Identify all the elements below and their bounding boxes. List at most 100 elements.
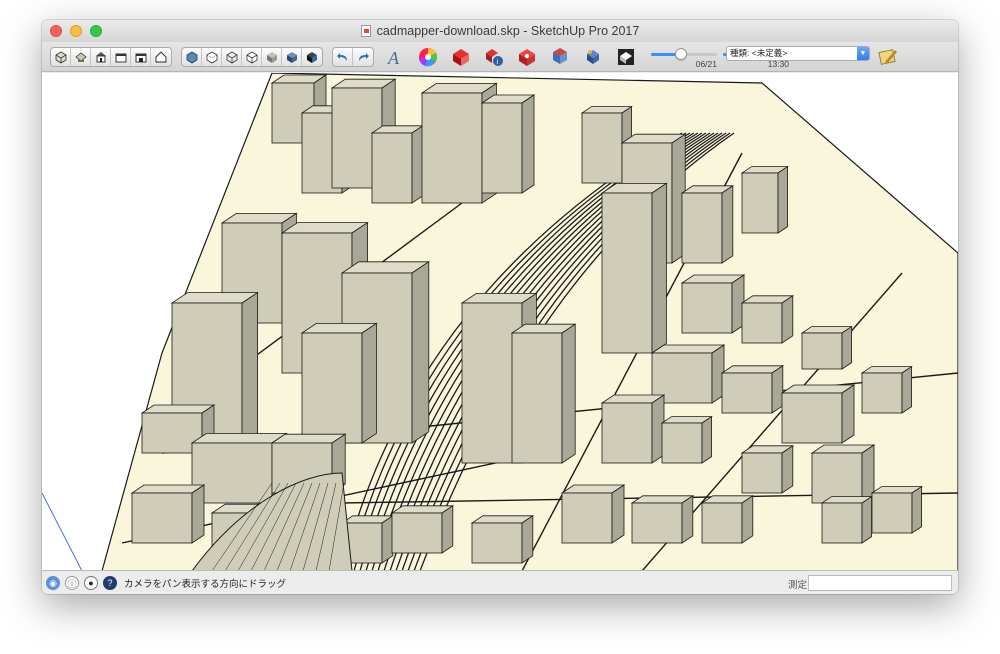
building-side [861,495,872,544]
building-side [561,323,576,464]
shadow-date-knob[interactable] [674,47,687,60]
wireframe-icon[interactable] [222,47,242,66]
building-side [411,261,430,444]
building-face [681,282,733,334]
colors-icon[interactable] [416,45,440,69]
building-face [701,502,743,544]
building-side [841,325,852,370]
building-side [241,291,259,444]
building-face [581,112,623,184]
building-face [371,132,413,204]
building-face [511,332,563,464]
svg-text:A: A [387,48,400,68]
close-window-button[interactable] [50,25,62,37]
building-side [411,125,424,204]
window-title-text: cadmapper-download.skp - SketchUp Pro 20… [376,24,640,38]
user-account-icon[interactable]: ● [84,576,98,590]
minimize-window-button[interactable] [70,25,82,37]
text-icon[interactable]: A [383,45,407,69]
building-face [131,492,193,544]
measurements-input[interactable] [808,575,952,591]
building-face [421,92,483,204]
send-to-layout-icon[interactable] [581,45,605,69]
axis-line [42,492,83,570]
layout-icon[interactable] [548,45,572,69]
building-face [861,372,903,414]
title-bar: cadmapper-download.skp - SketchUp Pro 20… [42,20,958,42]
building-face [741,172,779,234]
building-side [911,485,922,534]
shadow-date-slider[interactable]: 06/21 [651,44,717,70]
building-side [521,515,534,564]
left-view-icon[interactable] [151,48,171,66]
style-type-value: <未定義> [751,48,788,58]
model-info-icon[interactable]: i [482,45,506,69]
city-model-scene[interactable] [42,73,958,571]
building-side [741,495,754,544]
building-face [471,522,523,564]
xray-icon[interactable] [182,47,202,66]
sketchup-window: cadmapper-download.skp - SketchUp Pro 20… [42,20,958,594]
status-bar: ◉ ⓘ ● ? カメラをパン表示する方向にドラッグ 測定 [42,572,958,594]
building-side [521,94,535,194]
building-side [701,415,712,464]
style-type-select[interactable]: 種類: <未定義> ▼ [726,46,870,61]
camera-views-group [50,46,172,67]
maximize-window-button[interactable] [90,25,102,37]
building-roof [190,432,288,444]
building-face [821,502,863,544]
model-viewport[interactable] [42,73,958,571]
window-title: cadmapper-download.skp - SketchUp Pro 20… [360,24,640,38]
shaded-icon[interactable] [262,47,282,66]
measurements-label: 測定 [788,580,808,591]
shaded-textures-icon[interactable] [282,47,302,66]
back-view-icon[interactable] [131,47,151,66]
building-face [601,192,653,354]
monochrome-icon[interactable] [302,48,322,66]
building-side [441,505,454,554]
undo-redo-group [332,46,374,67]
building-face [631,502,683,544]
undo-icon[interactable] [333,47,353,66]
building-face [301,332,363,444]
shadows-icon[interactable] [614,45,638,69]
right-view-icon[interactable] [111,47,131,66]
geolocation-icon[interactable]: ◉ [46,576,60,590]
building-face [741,452,783,494]
credits-icon[interactable]: ⓘ [65,576,79,590]
toolbar: A i 06/21 13:30 種類: <未定義> ▼ [42,42,958,72]
building-side [681,495,694,544]
building-side [721,185,734,264]
chevron-down-icon[interactable]: ▼ [857,47,869,60]
building-face [801,332,843,370]
shadow-date-value: 06/21 [695,58,717,69]
style-type-label: 種類: [730,48,750,58]
building-face [561,492,613,544]
building-side [191,484,205,544]
iso-view-icon[interactable] [51,47,71,66]
building-face [391,512,443,554]
building-face [481,102,523,194]
building-side [781,295,794,344]
building-side [841,384,855,444]
building-side [771,365,784,414]
building-face [681,192,723,264]
extension-warehouse-icon[interactable] [515,45,539,69]
style-builder-icon[interactable] [876,45,900,69]
building-side [781,445,794,494]
redo-icon[interactable] [353,48,373,66]
building-face [601,402,653,464]
building-side [901,365,912,414]
face-style-group [181,46,323,67]
instructor-icon[interactable]: ? [103,576,117,590]
building-face [661,422,703,464]
top-view-icon[interactable] [71,47,91,66]
building-side [651,182,667,354]
status-hint: カメラをパン表示する方向にドラッグ [124,579,286,590]
building-face [871,492,913,534]
building-side [381,515,394,564]
hidden-line-icon[interactable] [242,47,262,66]
front-view-icon[interactable] [91,47,111,66]
3d-warehouse-icon[interactable] [449,45,473,69]
back-edges-icon[interactable] [202,47,222,66]
